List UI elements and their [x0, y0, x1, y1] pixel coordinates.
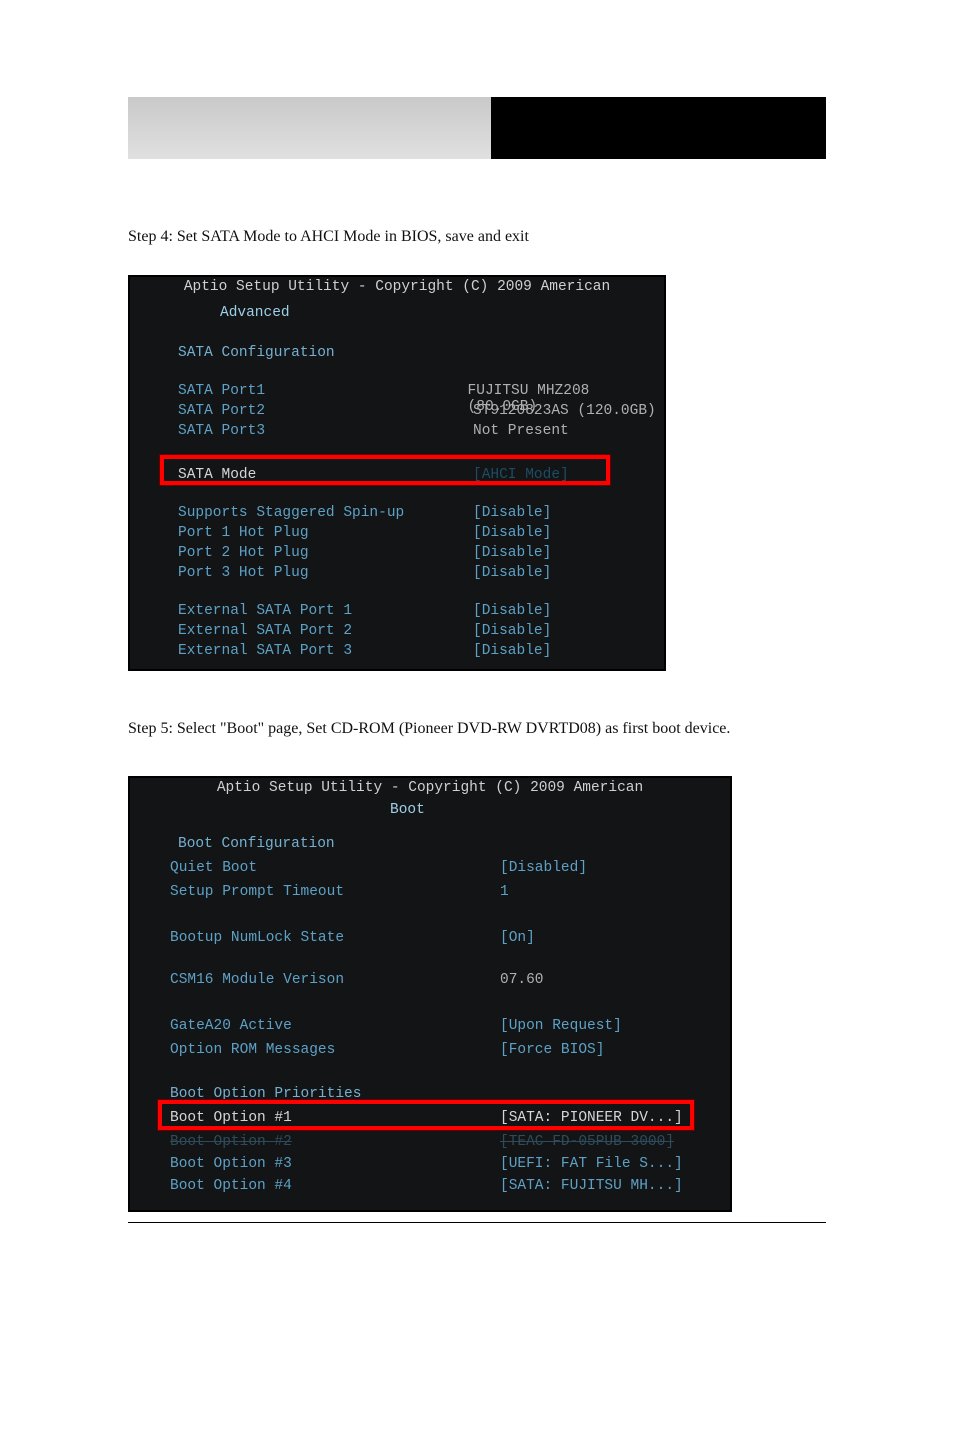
port1-hotplug-row[interactable]: Port 1 Hot Plug [Disable]: [178, 525, 551, 541]
csm-version-row: CSM16 Module Verison 07.60: [170, 972, 544, 988]
sata-config-heading: SATA Configuration: [178, 345, 335, 361]
option-rom-label: Option ROM Messages: [170, 1042, 500, 1058]
top-bar-left: [128, 97, 491, 159]
boot-option-4-row[interactable]: Boot Option #4 [SATA: FUJITSU MH...]: [170, 1178, 683, 1194]
option-rom-value[interactable]: [Force BIOS]: [500, 1042, 604, 1058]
staggered-spinup-label: Supports Staggered Spin-up: [178, 505, 473, 521]
boot-option-4-value[interactable]: [SATA: FUJITSU MH...]: [500, 1178, 683, 1194]
gatea20-row[interactable]: GateA20 Active [Upon Request]: [170, 1018, 622, 1034]
numlock-value[interactable]: [On]: [500, 930, 535, 946]
port1-hotplug-label: Port 1 Hot Plug: [178, 525, 473, 541]
sata-port2-value: ST9120823AS (120.0GB): [473, 403, 656, 419]
setup-prompt-row[interactable]: Setup Prompt Timeout 1: [170, 884, 509, 900]
quiet-boot-row[interactable]: Quiet Boot [Disabled]: [170, 860, 587, 876]
sata-port3-label: SATA Port3: [178, 423, 473, 439]
port3-hotplug-row[interactable]: Port 3 Hot Plug [Disable]: [178, 565, 551, 581]
ext-sata1-row[interactable]: External SATA Port 1 [Disable]: [178, 603, 551, 619]
bios-title: Aptio Setup Utility - Copyright (C) 2009…: [130, 279, 664, 295]
port2-hotplug-label: Port 2 Hot Plug: [178, 545, 473, 561]
top-bar: [128, 97, 826, 159]
option-rom-row[interactable]: Option ROM Messages [Force BIOS]: [170, 1042, 604, 1058]
ext-sata2-label: External SATA Port 2: [178, 623, 473, 639]
quiet-boot-value[interactable]: [Disabled]: [500, 860, 587, 876]
csm-version-value: 07.60: [500, 972, 544, 988]
boot-option-2-label: Boot Option #2: [170, 1134, 500, 1150]
paragraph-step5: Step 5: Select "Boot" page, Set CD-ROM (…: [128, 720, 826, 738]
highlight-sata-mode: [160, 455, 610, 485]
gatea20-label: GateA20 Active: [170, 1018, 500, 1034]
bios-tab-boot[interactable]: Boot: [390, 802, 425, 818]
quiet-boot-label: Quiet Boot: [170, 860, 500, 876]
highlight-boot-option-1: [158, 1100, 694, 1130]
bottom-rule: [128, 1222, 826, 1223]
csm-version-label: CSM16 Module Verison: [170, 972, 500, 988]
boot-config-heading: Boot Configuration: [178, 836, 335, 852]
sata-port3-value: Not Present: [473, 423, 569, 439]
boot-option-4-label: Boot Option #4: [170, 1178, 500, 1194]
ext-sata3-row[interactable]: External SATA Port 3 [Disable]: [178, 643, 551, 659]
sata-port3-row: SATA Port3 Not Present: [178, 423, 569, 439]
staggered-spinup-value[interactable]: [Disable]: [473, 505, 551, 521]
boot-option-3-row[interactable]: Boot Option #3 [UEFI: FAT File S...]: [170, 1156, 683, 1172]
page: Step 4: Set SATA Mode to AHCI Mode in BI…: [0, 0, 954, 1434]
numlock-row[interactable]: Bootup NumLock State [On]: [170, 930, 535, 946]
staggered-spinup-row[interactable]: Supports Staggered Spin-up [Disable]: [178, 505, 551, 521]
boot-option-3-value[interactable]: [UEFI: FAT File S...]: [500, 1156, 683, 1172]
port2-hotplug-value[interactable]: [Disable]: [473, 545, 551, 561]
bios-tab-advanced[interactable]: Advanced: [220, 305, 290, 321]
ext-sata3-value[interactable]: [Disable]: [473, 643, 551, 659]
ext-sata1-value[interactable]: [Disable]: [473, 603, 551, 619]
ext-sata3-label: External SATA Port 3: [178, 643, 473, 659]
paragraph-step4: Step 4: Set SATA Mode to AHCI Mode in BI…: [128, 228, 826, 246]
setup-prompt-value[interactable]: 1: [500, 884, 509, 900]
boot-option-3-label: Boot Option #3: [170, 1156, 500, 1172]
bios-screenshot-sata-config: Aptio Setup Utility - Copyright (C) 2009…: [128, 275, 666, 671]
gatea20-value[interactable]: [Upon Request]: [500, 1018, 622, 1034]
bios-title2: Aptio Setup Utility - Copyright (C) 2009…: [130, 780, 730, 796]
ext-sata1-label: External SATA Port 1: [178, 603, 473, 619]
port1-hotplug-value[interactable]: [Disable]: [473, 525, 551, 541]
boot-option-2-value[interactable]: [TEAC FD-05PUB 3000]: [500, 1134, 674, 1150]
setup-prompt-label: Setup Prompt Timeout: [170, 884, 500, 900]
port3-hotplug-label: Port 3 Hot Plug: [178, 565, 473, 581]
numlock-label: Bootup NumLock State: [170, 930, 500, 946]
top-bar-right: [491, 97, 826, 159]
boot-option-2-row[interactable]: Boot Option #2 [TEAC FD-05PUB 3000]: [170, 1134, 674, 1150]
ext-sata2-row[interactable]: External SATA Port 2 [Disable]: [178, 623, 551, 639]
port3-hotplug-value[interactable]: [Disable]: [473, 565, 551, 581]
ext-sata2-value[interactable]: [Disable]: [473, 623, 551, 639]
sata-port2-label: SATA Port2: [178, 403, 473, 419]
sata-port2-row: SATA Port2 ST9120823AS (120.0GB): [178, 403, 656, 419]
bios-screenshot-boot: Aptio Setup Utility - Copyright (C) 2009…: [128, 776, 732, 1212]
port2-hotplug-row[interactable]: Port 2 Hot Plug [Disable]: [178, 545, 551, 561]
